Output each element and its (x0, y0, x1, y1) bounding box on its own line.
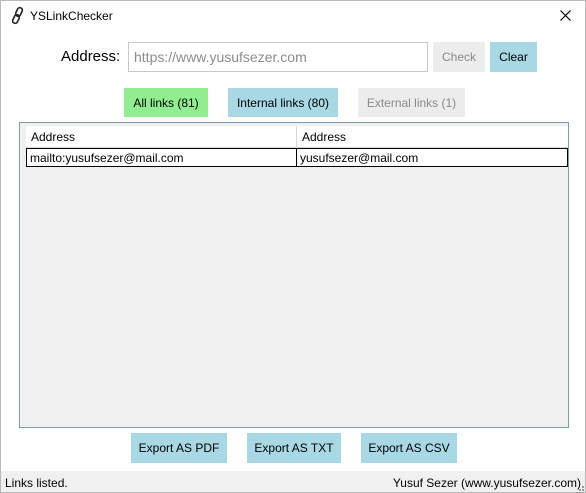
all-links-button[interactable]: All links (81) (124, 88, 208, 117)
export-csv-button[interactable]: Export AS CSV (361, 433, 457, 463)
export-txt-button[interactable]: Export AS TXT (247, 433, 341, 463)
links-grid[interactable]: Address Address mailto:yusufsezer@mail.c… (19, 122, 569, 428)
column-header[interactable]: Address (26, 126, 297, 147)
table-cell[interactable]: mailto:yusufsezer@mail.com (27, 149, 297, 166)
address-label: Address: (61, 48, 121, 65)
clear-button[interactable]: Clear (490, 42, 537, 72)
address-input[interactable] (128, 42, 428, 72)
grid-header: Address Address (26, 126, 568, 148)
close-button[interactable] (545, 1, 585, 32)
column-header[interactable]: Address (297, 126, 568, 147)
close-icon (559, 8, 571, 26)
table-cell[interactable]: yusufsezer@mail.com (297, 149, 567, 166)
title-bar[interactable]: YSLinkChecker (1, 1, 585, 32)
table-row[interactable]: mailto:yusufsezer@mail.com yusufsezer@ma… (26, 148, 568, 167)
internal-links-button[interactable]: Internal links (80) (228, 88, 338, 117)
status-bar: Links listed. Yusuf Sezer (www.yusufseze… (1, 471, 585, 493)
app-window: YSLinkChecker Address: Check Clear All l… (0, 0, 586, 493)
external-links-button[interactable]: External links (1) (358, 88, 465, 117)
status-message: Links listed. (5, 476, 68, 490)
window-title: YSLinkChecker (30, 9, 113, 23)
status-author: Yusuf Sezer (www.yusufsezer.com) (392, 476, 581, 490)
check-button[interactable]: Check (433, 42, 485, 72)
resize-grip-icon[interactable] (575, 482, 585, 493)
link-icon (11, 6, 25, 25)
export-pdf-button[interactable]: Export AS PDF (131, 433, 227, 463)
